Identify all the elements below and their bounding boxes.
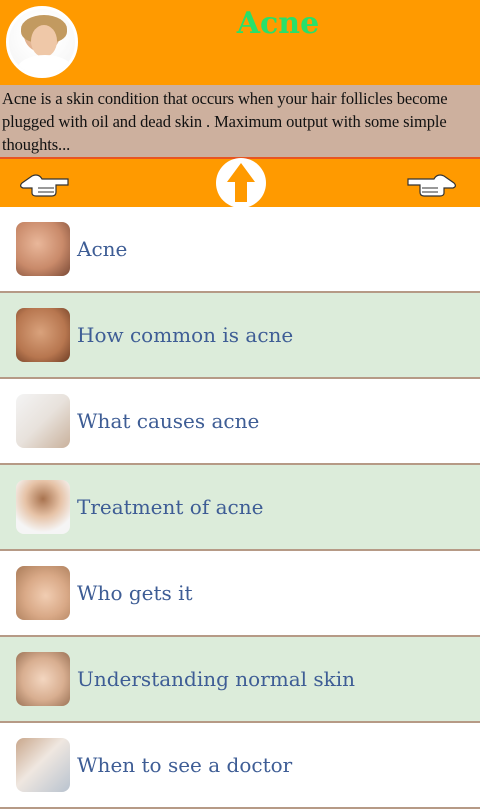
description-text: Acne is a skin condition that occurs whe…	[0, 85, 480, 157]
face-washing-thumbnail	[16, 480, 70, 534]
hand-pointing-left-icon[interactable]	[18, 171, 70, 197]
list-item[interactable]: Understanding normal skin	[0, 637, 480, 723]
woman-mirror-thumbnail	[16, 394, 70, 448]
list-item[interactable]: Treatment of acne	[0, 465, 480, 551]
list-item-label: How common is acne	[77, 323, 294, 347]
list-item[interactable]: How common is acne	[0, 293, 480, 379]
smiling-face-thumbnail	[16, 652, 70, 706]
app-header: Acne	[0, 0, 480, 85]
navigation-bar	[0, 157, 480, 208]
acne-face-thumbnail	[16, 222, 70, 276]
list-item[interactable]: Acne	[0, 207, 480, 293]
page-title: Acne	[236, 6, 320, 41]
woman-face-thumbnail	[16, 566, 70, 620]
list-item-label: What causes acne	[77, 409, 260, 433]
list-item-label: Who gets it	[77, 581, 193, 605]
doctor-consult-thumbnail	[16, 738, 70, 792]
topic-list: Acne How common is acne What causes acne…	[0, 207, 480, 809]
hand-pointing-right-icon[interactable]	[406, 171, 458, 197]
list-item[interactable]: When to see a doctor	[0, 723, 480, 809]
list-item-label: Acne	[77, 237, 128, 261]
list-item-label: Treatment of acne	[77, 495, 264, 519]
list-item[interactable]: What causes acne	[0, 379, 480, 465]
up-arrow-button[interactable]	[216, 158, 266, 208]
list-item[interactable]: Who gets it	[0, 551, 480, 637]
list-item-label: Understanding normal skin	[77, 667, 356, 691]
skin-closeup-thumbnail	[16, 308, 70, 362]
up-arrow-icon	[227, 163, 255, 202]
list-item-label: When to see a doctor	[77, 753, 293, 777]
